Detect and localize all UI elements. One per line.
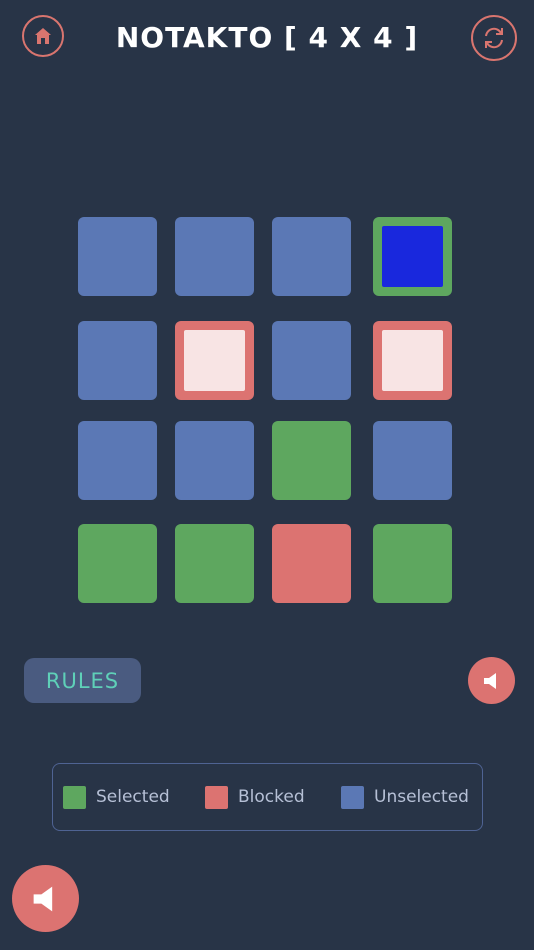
- legend-item-selected: Selected: [63, 786, 170, 809]
- legend-swatch-unselected: [341, 786, 364, 809]
- legend: Selected Blocked Unselected: [52, 763, 483, 831]
- board-cell-r1-c1[interactable]: [78, 217, 157, 296]
- legend-item-unselected: Unselected: [341, 786, 469, 809]
- board-cell-r3-c4[interactable]: [373, 421, 452, 500]
- rules-button[interactable]: RULES: [24, 658, 141, 703]
- legend-label: Blocked: [238, 787, 305, 807]
- board-cell-r1-c4[interactable]: [373, 217, 452, 296]
- board-cell-r3-c3[interactable]: [272, 421, 351, 500]
- legend-label: Unselected: [374, 787, 469, 807]
- board-cell-r4-c2[interactable]: [175, 524, 254, 603]
- board-cell-r3-c1[interactable]: [78, 421, 157, 500]
- board-cell-r2-c1[interactable]: [78, 321, 157, 400]
- board-cell-r2-c3[interactable]: [272, 321, 351, 400]
- board-cell-r2-c4[interactable]: [373, 321, 452, 400]
- board-cell-r4-c4[interactable]: [373, 524, 452, 603]
- board-cell-highlight: [184, 330, 245, 391]
- board-cell-r4-c1[interactable]: [78, 524, 157, 603]
- legend-swatch-selected: [63, 786, 86, 809]
- board-cell-r3-c2[interactable]: [175, 421, 254, 500]
- board-cell-highlight: [382, 226, 443, 287]
- speaker-icon: [33, 886, 52, 911]
- board-cell-r1-c3[interactable]: [272, 217, 351, 296]
- board-cell-r2-c2[interactable]: [175, 321, 254, 400]
- legend-item-blocked: Blocked: [205, 786, 305, 809]
- board-cell-r4-c3[interactable]: [272, 524, 351, 603]
- legend-swatch-blocked: [205, 786, 228, 809]
- board-cell-highlight: [382, 330, 443, 391]
- speaker-icon: [483, 672, 496, 689]
- sound-toggle-large-button[interactable]: [12, 865, 79, 932]
- legend-label: Selected: [96, 787, 170, 807]
- sound-toggle-button[interactable]: [468, 657, 515, 704]
- board-cell-r1-c2[interactable]: [175, 217, 254, 296]
